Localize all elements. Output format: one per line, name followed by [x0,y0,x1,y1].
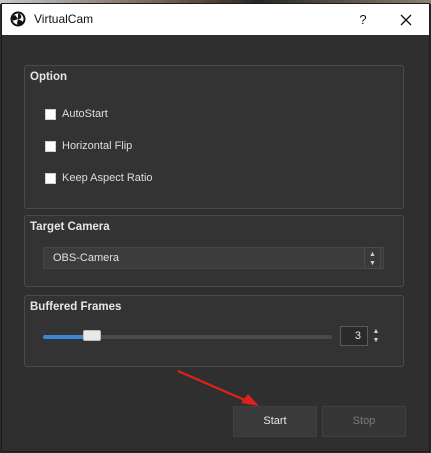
stop-button[interactable]: Stop [322,406,406,437]
buffered-frames-spin-arrows[interactable]: ▲ ▼ [369,326,383,347]
keep-aspect-ratio-checkbox[interactable] [45,172,56,184]
autostart-checkbox[interactable] [45,108,56,120]
buffered-frames-group-title: Buffered Frames [30,301,122,313]
title-bar: VirtualCam ? [2,4,429,35]
start-button[interactable]: Start [233,406,317,437]
target-camera-group: Target Camera OBS-Camera ▲ ▼ [24,215,404,287]
horizontal-flip-checkbox-row[interactable]: Horizontal Flip [45,139,132,153]
target-camera-group-title: Target Camera [30,221,110,233]
buffered-frames-group: Buffered Frames 3 ▲ ▼ [24,295,404,367]
obs-logo-icon [10,11,26,27]
option-group: Option AutoStart Horizontal Flip Keep As… [24,65,404,209]
buffered-frames-value: 3 [354,330,361,342]
chevron-down-icon: ▼ [369,260,376,267]
autostart-label: AutoStart [62,108,108,120]
close-icon [400,14,412,26]
horizontal-flip-checkbox[interactable] [45,140,56,152]
buffered-frames-slider-handle[interactable] [83,330,101,341]
option-group-title: Option [30,71,68,83]
buffered-frames-spinbox[interactable]: 3 [340,326,368,346]
target-camera-value: OBS-Camera [53,252,120,264]
keep-aspect-ratio-label: Keep Aspect Ratio [62,172,153,184]
window-title: VirtualCam [34,12,94,26]
target-camera-dropdown-arrows[interactable]: ▲ ▼ [364,247,381,269]
help-button[interactable]: ? [352,10,374,30]
chevron-up-icon: ▲ [369,251,376,258]
keep-aspect-ratio-checkbox-row[interactable]: Keep Aspect Ratio [45,171,153,185]
target-camera-select[interactable]: OBS-Camera [43,247,384,269]
horizontal-flip-label: Horizontal Flip [62,140,133,152]
chevron-down-icon[interactable]: ▼ [373,337,380,344]
chevron-up-icon[interactable]: ▲ [373,328,380,335]
autostart-checkbox-row[interactable]: AutoStart [45,107,108,121]
annotation-arrow-icon [177,369,259,406]
close-button[interactable] [395,10,417,30]
